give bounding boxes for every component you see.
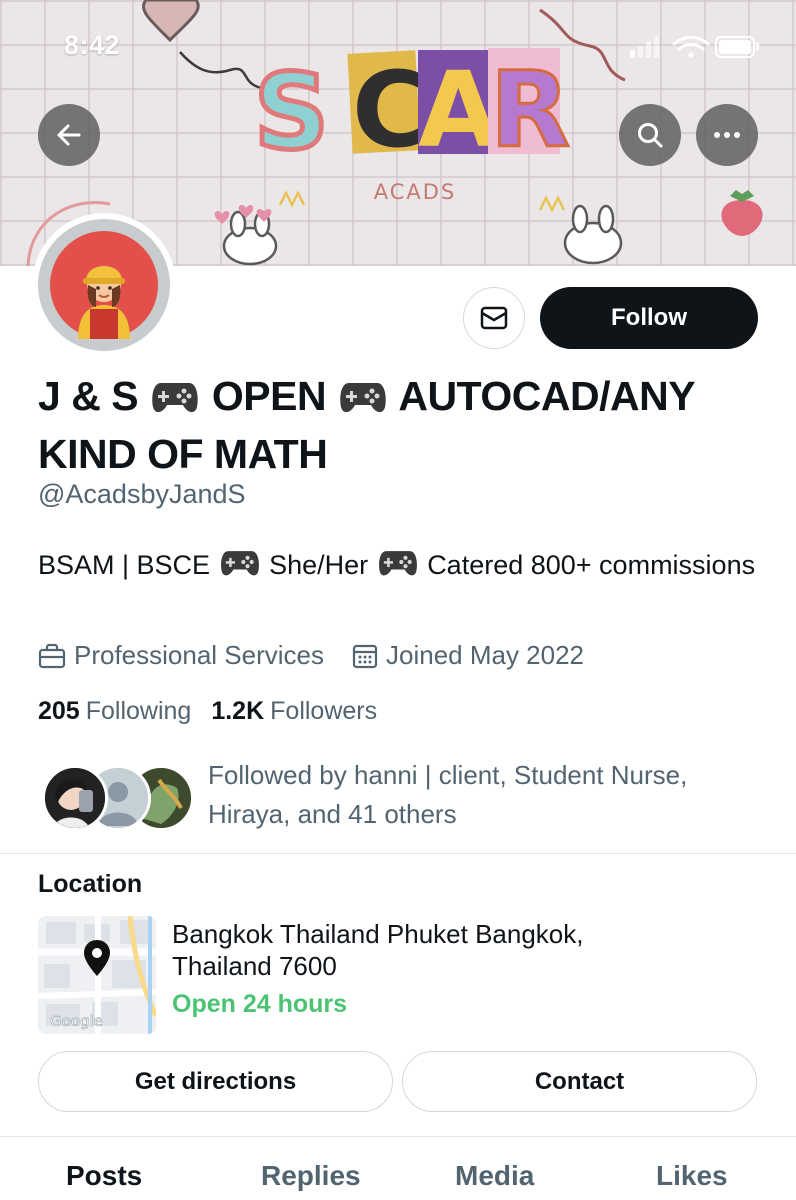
- wifi-icon: [672, 35, 710, 58]
- game-controller-icon: [339, 375, 387, 428]
- bio-part: BSAM | BSCE: [38, 550, 211, 580]
- follow-button[interactable]: Follow: [540, 287, 758, 349]
- map-pin-icon: [84, 940, 110, 976]
- arrow-left-icon: [57, 124, 81, 146]
- game-controller-icon: [151, 375, 199, 428]
- profile-joined: Joined May 2022: [352, 640, 584, 671]
- followers-count: 1.2K: [211, 697, 265, 725]
- search-button[interactable]: [619, 104, 681, 166]
- location-address: Bangkok Thailand Phuket Bangkok, Thailan…: [172, 919, 584, 981]
- game-controller-icon: [378, 546, 418, 590]
- back-button[interactable]: [38, 104, 100, 166]
- search-icon: [638, 123, 663, 148]
- tab-likes[interactable]: Likes: [656, 1160, 728, 1192]
- followers-label: Followers: [270, 697, 378, 725]
- avatar: [42, 765, 108, 831]
- svg-text:C: C: [352, 49, 428, 171]
- contact-button[interactable]: Contact: [402, 1051, 757, 1112]
- profile-meta: Professional Services Joined May 2022: [38, 640, 584, 671]
- svg-text:R: R: [490, 49, 570, 171]
- location-hours: Open 24 hours: [172, 990, 348, 1018]
- status-bar-time: 8:42: [64, 30, 121, 60]
- profile-bio: BSAM | BSCE She/Her Catered 800+ commiss…: [38, 544, 758, 590]
- profile-avatar[interactable]: [32, 213, 176, 357]
- profile-handle: @AcadsbyJandS: [38, 479, 246, 509]
- svg-text:A: A: [418, 49, 499, 171]
- banner-letter-s: S: [254, 51, 329, 173]
- display-name-part: OPEN: [211, 373, 327, 419]
- game-controller-icon: [220, 546, 260, 590]
- get-directions-button[interactable]: Get directions: [38, 1051, 393, 1112]
- envelope-icon: [480, 306, 508, 330]
- divider: [0, 853, 796, 854]
- avatar-illustration: [50, 231, 158, 339]
- more-options-button[interactable]: [696, 104, 758, 166]
- follow-counts: 205 Following 1.2K Followers: [38, 697, 377, 726]
- signal-icon: [630, 36, 659, 58]
- followed-by-text[interactable]: Followed by hanni | client, Student Nurs…: [208, 756, 768, 834]
- status-bar-icons: [630, 34, 760, 65]
- calendar-icon: [352, 644, 378, 668]
- briefcase-icon: [38, 643, 66, 668]
- banner-subtitle: ACADS: [374, 180, 457, 204]
- bio-part: She/Her: [269, 550, 369, 580]
- tab-posts[interactable]: Posts: [66, 1160, 142, 1192]
- display-name: J & S OPEN AUTOCAD/ANY KIND OF MATH: [38, 370, 768, 481]
- tab-replies[interactable]: Replies: [261, 1160, 361, 1192]
- following-link[interactable]: 205 Following: [38, 697, 191, 726]
- more-icon: [714, 132, 740, 138]
- profile-tabs: Posts Replies Media Likes: [0, 1160, 796, 1200]
- mutual-followers-avatars[interactable]: [42, 765, 194, 833]
- following-label: Following: [85, 697, 192, 725]
- category-label: Professional Services: [74, 640, 324, 670]
- map-attribution: Google: [50, 1012, 103, 1030]
- message-button[interactable]: [463, 287, 525, 349]
- divider: [0, 1136, 796, 1137]
- tab-media[interactable]: Media: [455, 1160, 534, 1192]
- location-heading: Location: [38, 870, 143, 898]
- following-count: 205: [38, 697, 80, 725]
- profile-category: Professional Services: [38, 640, 324, 671]
- followers-link[interactable]: 1.2K Followers: [211, 697, 377, 726]
- bio-part: Catered 800+ commissions: [427, 550, 756, 580]
- joined-label: Joined May 2022: [386, 640, 585, 670]
- display-name-part: J & S: [38, 373, 139, 419]
- map-thumbnail[interactable]: Google: [38, 916, 156, 1034]
- battery-icon: [715, 36, 759, 58]
